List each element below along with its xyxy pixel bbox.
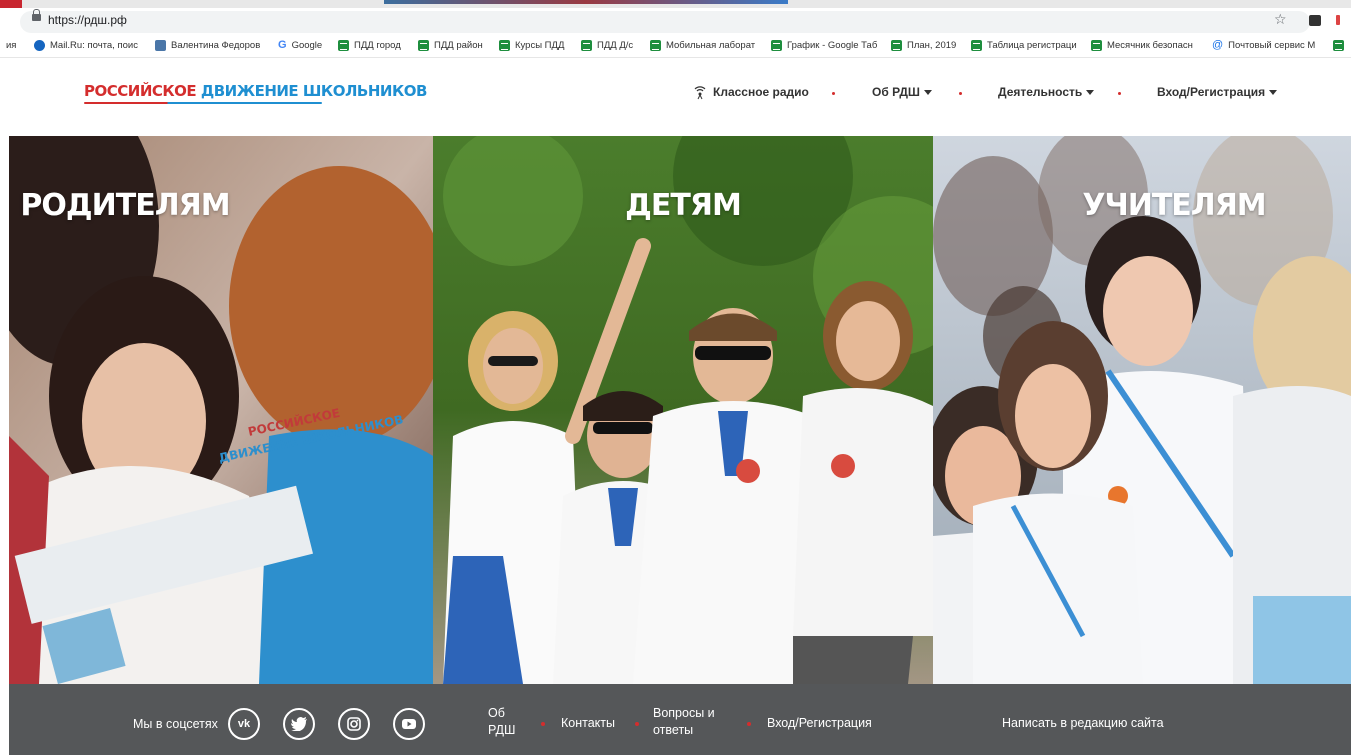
url-text[interactable]: https://рдш.рф: [48, 13, 127, 27]
chevron-down-icon: [923, 90, 932, 96]
site-logo[interactable]: РОССИЙСКОЕ ДВИЖЕНИЕ ШКОЛЬНИКОВ: [84, 82, 427, 104]
bookmarks-bar: ия Mail.Ru: почта, поис Валентина Федоро…: [0, 36, 1351, 58]
nav-separator: [1118, 92, 1121, 95]
footer-separator: [635, 722, 639, 726]
footer-separator: [747, 722, 751, 726]
sheet-icon: [499, 40, 510, 51]
nav-radio[interactable]: Классное радио: [693, 85, 809, 100]
url-field[interactable]: [20, 11, 1310, 33]
bookmark-item[interactable]: Месячник безопасн: [1091, 40, 1193, 51]
bookmark-item[interactable]: График - Google Таб: [771, 40, 877, 51]
bookmark-item[interactable]: ия: [6, 40, 16, 51]
footer-link-about[interactable]: Об РДШ: [488, 705, 515, 739]
tab-thumbnail: [384, 0, 788, 4]
sheet-icon: [1333, 40, 1344, 51]
youtube-icon[interactable]: [393, 708, 425, 740]
browser-tabstrip: [0, 0, 1351, 20]
bookmark-item[interactable]: Mail.Ru: почта, поис: [34, 40, 138, 51]
footer-link-login[interactable]: Вход/Регистрация: [767, 715, 872, 732]
instagram-icon[interactable]: [338, 708, 370, 740]
site-header: РОССИЙСКОЕ ДВИЖЕНИЕ ШКОЛЬНИКОВ Классное …: [0, 58, 1351, 136]
lock-icon[interactable]: [32, 9, 41, 21]
bookmark-item[interactable]: Мобильная лаборат: [650, 40, 755, 51]
bookmark-star-icon[interactable]: ☆: [1274, 11, 1287, 28]
nav-activity[interactable]: Деятельность: [998, 85, 1095, 99]
nav-separator: [832, 92, 835, 95]
bookmark-item[interactable]: [1333, 40, 1344, 51]
hero-title-teachers: УЧИТЕЛЯМ: [1082, 188, 1266, 223]
nav-about[interactable]: Об РДШ: [872, 85, 932, 99]
logo-text-blue: ДВИЖЕНИЕ ШКОЛЬНИКОВ: [200, 82, 428, 100]
vk-icon[interactable]: vk: [228, 708, 260, 740]
bookmark-item[interactable]: ПДД район: [418, 40, 483, 51]
hero-panel-kids[interactable]: ДЕТЯМ: [433, 136, 933, 684]
bookmark-item[interactable]: Таблица регистраци: [971, 40, 1077, 51]
bookmark-item[interactable]: ПДД Д/с: [581, 40, 633, 51]
sheet-icon: [418, 40, 429, 51]
footer-link-faq[interactable]: Вопросы и ответы: [653, 705, 715, 739]
nav-separator: [959, 92, 962, 95]
hero-title-kids: ДЕТЯМ: [625, 188, 742, 223]
logo-underline: [84, 102, 322, 104]
sheet-icon: [891, 40, 902, 51]
logo-text-red: РОССИЙСКОЕ: [84, 82, 197, 100]
vk-icon: [155, 40, 166, 51]
sheet-icon: [1091, 40, 1102, 51]
extension-icon[interactable]: [1309, 15, 1321, 26]
sheet-icon: [581, 40, 592, 51]
footer-link-contacts[interactable]: Контакты: [561, 715, 615, 732]
hero-title-parents: РОДИТЕЛЯМ: [20, 188, 230, 223]
chevron-down-icon: [1086, 90, 1095, 96]
bookmark-item[interactable]: Валентина Федоров: [155, 40, 260, 51]
extension-icon[interactable]: [1336, 15, 1340, 25]
bookmark-item[interactable]: Курсы ПДД: [499, 40, 564, 51]
radio-icon: [694, 86, 706, 100]
footer-link-write-editor[interactable]: Написать в редакцию сайта: [1002, 715, 1164, 732]
social-label: Мы в соцсетях: [133, 717, 218, 731]
hero-section: РОССИЙСКОЕ ДВИЖЕНИЕ ШКОЛЬНИКОВ РОДИТЕЛЯМ: [9, 136, 1351, 684]
footer-separator: [541, 722, 545, 726]
site-footer: Мы в соцсетях vk Об РДШ Контакты Вопросы…: [9, 684, 1351, 755]
at-icon: @: [1212, 39, 1224, 51]
bookmark-item[interactable]: G Google: [278, 39, 322, 52]
sheet-icon: [771, 40, 782, 51]
chevron-down-icon: [1269, 90, 1278, 96]
hero-panel-parents[interactable]: РОССИЙСКОЕ ДВИЖЕНИЕ ШКОЛЬНИКОВ РОДИТЕЛЯМ: [9, 136, 433, 684]
sheet-icon: [338, 40, 349, 51]
bookmark-item[interactable]: @ Почтовый сервис М: [1212, 39, 1315, 52]
google-icon: G: [278, 39, 287, 51]
sheet-icon: [971, 40, 982, 51]
sheet-icon: [650, 40, 661, 51]
bookmark-item[interactable]: План, 2019: [891, 40, 956, 51]
bookmark-item[interactable]: ПДД город: [338, 40, 401, 51]
nav-login[interactable]: Вход/Регистрация: [1157, 85, 1278, 99]
mail-icon: [34, 40, 45, 51]
address-bar: [0, 8, 1351, 36]
twitter-icon[interactable]: [283, 708, 315, 740]
hero-panel-teachers[interactable]: УЧИТЕЛЯМ: [933, 136, 1351, 684]
